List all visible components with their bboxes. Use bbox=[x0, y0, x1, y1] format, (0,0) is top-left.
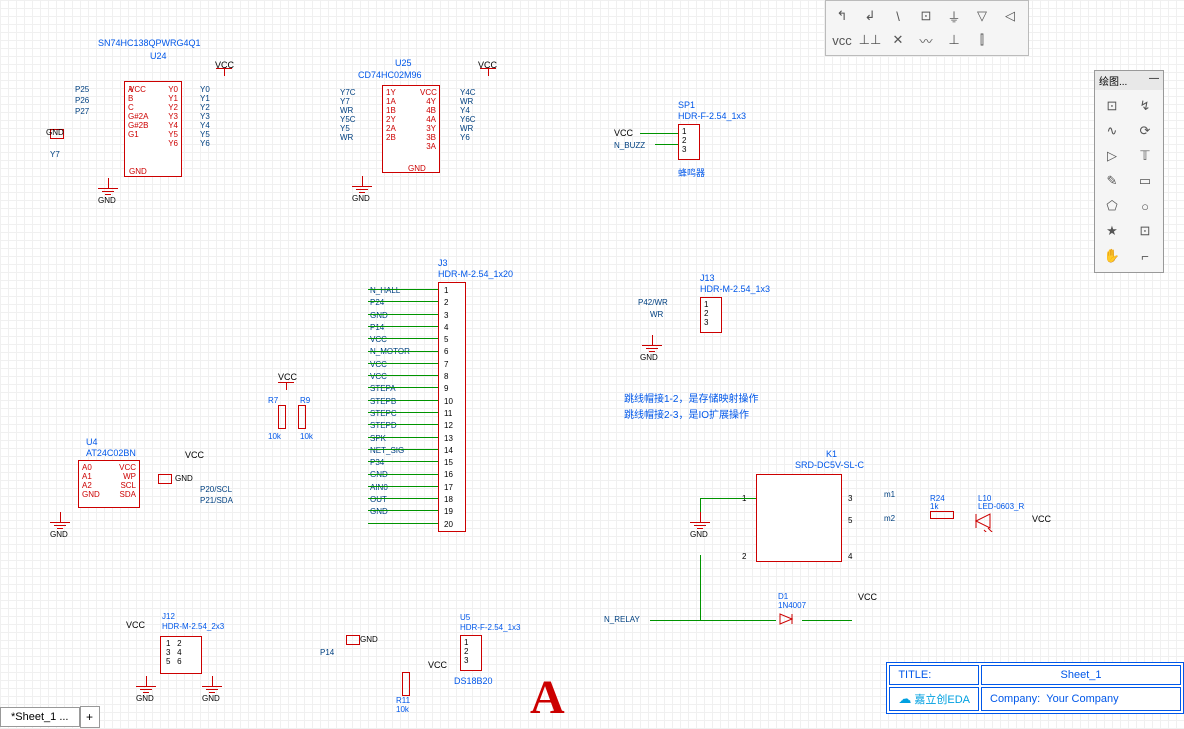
add-sheet-button[interactable]: + bbox=[80, 706, 100, 728]
collapse-icon[interactable]: — bbox=[1149, 73, 1159, 88]
j12-ref: J12 bbox=[162, 612, 175, 621]
tool-line-icon[interactable]: \ bbox=[886, 5, 910, 27]
tool-port-icon[interactable]: ▽ bbox=[970, 5, 994, 27]
j12-part: HDR-M-2.54_2x3 bbox=[162, 622, 224, 631]
k1-body[interactable] bbox=[756, 474, 842, 562]
r7[interactable] bbox=[278, 405, 286, 429]
k1-part: SRD-DC5V-SL-C bbox=[795, 460, 864, 470]
u4-ref: U4 bbox=[86, 437, 98, 447]
tool-vcc-icon[interactable]: vcc bbox=[830, 29, 854, 51]
sheet-tabs: *Sheet_1 ... + bbox=[0, 705, 100, 729]
draw-polygon-icon[interactable]: ⬠ bbox=[1100, 195, 1124, 217]
sp1-caption: 蜂鸣器 bbox=[678, 166, 705, 179]
tool-noconnect-icon[interactable]: ⊥⊥ bbox=[858, 29, 882, 51]
u25-ref: U25 bbox=[395, 58, 412, 68]
d1-part: 1N4007 bbox=[778, 601, 806, 610]
draw-image-icon[interactable]: ⊡ bbox=[1133, 220, 1157, 242]
draw-circle-icon[interactable]: ○ bbox=[1133, 195, 1157, 217]
draw-wave-icon[interactable]: ∿ bbox=[1100, 120, 1124, 142]
tool-more-icon[interactable]: ⫿ bbox=[970, 29, 994, 51]
tab-sheet1[interactable]: *Sheet_1 ... bbox=[0, 707, 80, 727]
u25-part: CD74HC02M96 bbox=[358, 70, 422, 80]
draw-text-icon[interactable]: 𝕋 bbox=[1133, 145, 1157, 167]
draw-rect-icon[interactable]: ⊡ bbox=[1100, 95, 1124, 117]
r24[interactable] bbox=[930, 511, 954, 519]
draw-panel[interactable]: 绘图...— ⊡ ↯ ∿ ⟳ ▷ 𝕋 ✎ ▭ ⬠ ○ ★ ⊡ ✋ ⌐ bbox=[1094, 70, 1164, 273]
led-icon bbox=[970, 512, 996, 532]
tool-flag-icon[interactable]: ◁ bbox=[998, 5, 1022, 27]
diode-icon bbox=[776, 612, 802, 626]
u24-ref: U24 bbox=[150, 51, 167, 61]
tool-gnd-icon[interactable]: ⏚ bbox=[942, 5, 966, 27]
d1-ref: D1 bbox=[778, 592, 788, 601]
draw-segment-icon[interactable]: ↯ bbox=[1133, 95, 1157, 117]
draw-corner-icon[interactable]: ⌐ bbox=[1133, 245, 1157, 267]
j13-part: HDR-M-2.54_1x3 bbox=[700, 284, 770, 294]
r11[interactable] bbox=[402, 672, 410, 696]
logo-icon: ☁ 嘉立创EDA bbox=[889, 687, 979, 711]
u5-caption: DS18B20 bbox=[454, 676, 493, 686]
j13-ref: J13 bbox=[700, 273, 715, 283]
u24-part: SN74HC138QPWRG4Q1 bbox=[98, 38, 201, 48]
tool-cross-icon[interactable]: ✕ bbox=[886, 29, 910, 51]
draw-play-icon[interactable]: ▷ bbox=[1100, 145, 1124, 167]
annotation-a: A bbox=[530, 670, 565, 725]
draw-box-icon[interactable]: ▭ bbox=[1133, 170, 1157, 192]
draw-star-icon[interactable]: ★ bbox=[1100, 220, 1124, 242]
u24-gnd-pin: GND bbox=[129, 167, 147, 176]
tool-junction-icon[interactable]: ⊥ bbox=[942, 29, 966, 51]
tool-arc-icon[interactable]: 〰 bbox=[914, 29, 938, 51]
j3-ref: J3 bbox=[438, 258, 448, 268]
tool-bus-icon[interactable]: ↲ bbox=[858, 5, 882, 27]
u4-part: AT24C02BN bbox=[86, 448, 136, 458]
sp1-ref: SP1 bbox=[678, 100, 695, 110]
draw-refresh-icon[interactable]: ⟳ bbox=[1133, 120, 1157, 142]
draw-pan-icon[interactable]: ✋ bbox=[1100, 245, 1124, 267]
draw-pencil-icon[interactable]: ✎ bbox=[1100, 170, 1124, 192]
u5-part: HDR-F-2.54_1x3 bbox=[460, 623, 520, 632]
note2: 跳线帽接2-3，是IO扩展操作 bbox=[624, 406, 749, 421]
r9[interactable] bbox=[298, 405, 306, 429]
l10-part: LED-0603_R bbox=[978, 502, 1024, 511]
note1: 跳线帽接1-2，是存储映射操作 bbox=[624, 390, 758, 405]
sp1-part: HDR-F-2.54_1x3 bbox=[678, 111, 746, 121]
titleblock: TITLE:Sheet_1 ☁ 嘉立创EDACompany: Your Comp… bbox=[886, 662, 1184, 714]
tool-wire-icon[interactable]: ↰ bbox=[830, 5, 854, 27]
j3-part: HDR-M-2.54_1x20 bbox=[438, 269, 513, 279]
k1-ref: K1 bbox=[826, 449, 837, 459]
tool-netlabel-icon[interactable]: ⊡ bbox=[914, 5, 938, 27]
u5-ref: U5 bbox=[460, 613, 470, 622]
schematic-toolbar[interactable]: ↰ ↲ \ ⊡ ⏚ ▽ ◁ vcc ⊥⊥ ✕ 〰 ⊥ ⫿ bbox=[825, 0, 1029, 56]
